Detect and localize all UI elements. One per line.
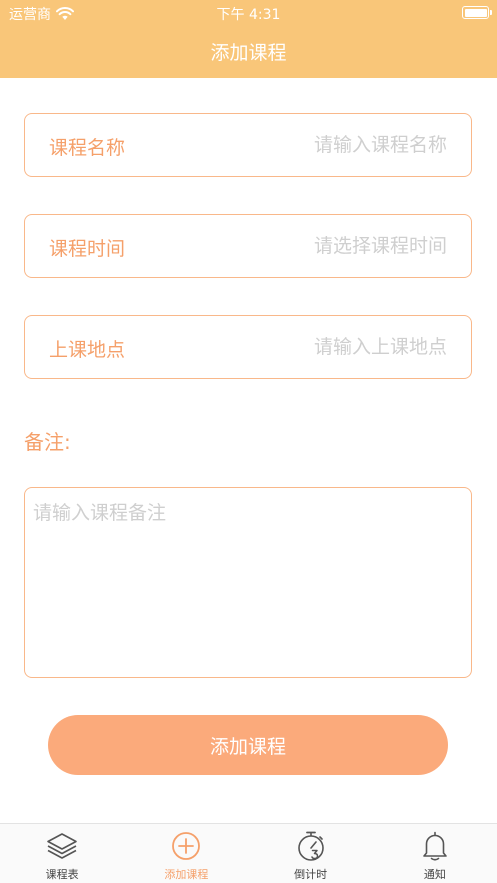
course-location-input[interactable]: [227, 330, 447, 364]
app-header: 运营商 下午 4:31 添加课程: [0, 0, 497, 78]
tab-schedule-label: 课程表: [45, 868, 79, 881]
tab-notifications[interactable]: 通知: [373, 824, 497, 883]
course-time-input[interactable]: [227, 229, 447, 263]
course-time-label: 课程时间: [49, 238, 126, 260]
note-textarea[interactable]: [24, 487, 472, 678]
tab-bar: 课程表 添加课程 倒计时 通知: [0, 823, 497, 883]
battery-icon: [462, 6, 492, 19]
plus-circle-icon: [172, 832, 201, 860]
status-time: 下午 4:31: [216, 7, 281, 23]
course-name-input[interactable]: [227, 128, 447, 162]
tab-notifications-label: 通知: [423, 868, 446, 881]
timer-icon: [297, 831, 324, 861]
tab-add-course[interactable]: 添加课程: [124, 824, 248, 883]
tab-countdown-label: 倒计时: [294, 868, 328, 881]
tab-countdown[interactable]: 倒计时: [249, 824, 373, 883]
course-name-label: 课程名称: [49, 137, 126, 159]
layers-icon: [47, 833, 77, 859]
course-location-field[interactable]: 上课地点: [24, 315, 472, 379]
tab-schedule[interactable]: 课程表: [0, 824, 124, 883]
tab-add-course-label: 添加课程: [164, 868, 209, 881]
status-bar: 运营商 下午 4:31: [0, 0, 497, 26]
bell-icon: [423, 831, 447, 861]
add-course-button[interactable]: 添加课程: [48, 715, 448, 775]
course-name-field[interactable]: 课程名称: [24, 113, 472, 177]
course-time-field[interactable]: 课程时间: [24, 214, 472, 278]
page-title: 添加课程: [210, 42, 287, 64]
course-location-label: 上课地点: [49, 339, 126, 361]
note-label: 备注:: [24, 430, 71, 454]
